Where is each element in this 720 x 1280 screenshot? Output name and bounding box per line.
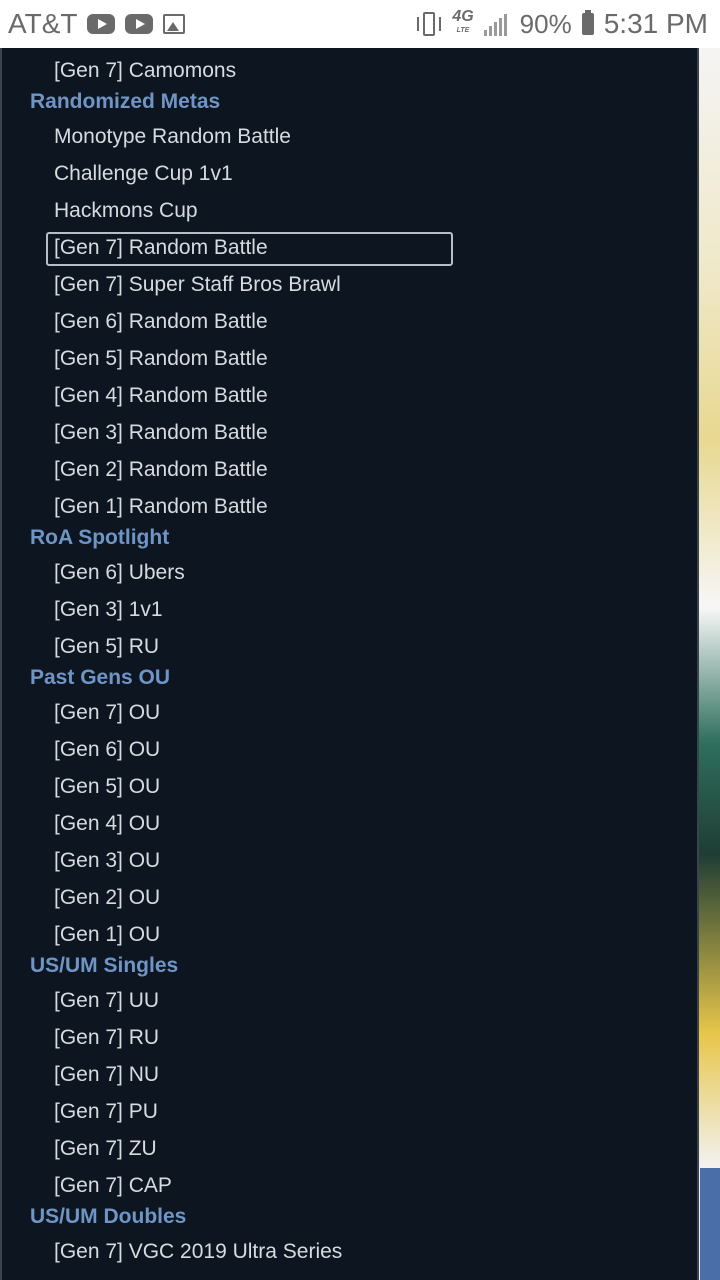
format-option[interactable]: [Gen 7] OU <box>54 696 160 730</box>
network-type: 4G <box>452 8 474 25</box>
status-right: 4G LTE 90% 5:31 PM <box>416 8 708 40</box>
format-option-selected[interactable]: [Gen 7] Random Battle <box>54 231 268 265</box>
format-option[interactable]: Challenge Cup 1v1 <box>54 157 233 191</box>
format-option[interactable]: [Gen 7] Camomons <box>54 54 236 88</box>
format-option[interactable]: [Gen 7] NU <box>54 1058 159 1092</box>
status-left: AT&T <box>8 8 186 40</box>
format-option[interactable]: [Gen 3] OU <box>54 844 160 878</box>
battery-percent: 90% <box>519 8 572 39</box>
clock: 5:31 PM <box>603 8 708 39</box>
format-dropdown[interactable]: [Gen 7] Camomons Randomized Metas Monotype… <box>0 48 699 1280</box>
format-group-header: US/UM Doubles <box>30 1205 187 1228</box>
format-option[interactable]: Monotype Random Battle <box>54 120 291 154</box>
youtube-icon <box>125 14 154 34</box>
format-group-header: Randomized Metas <box>30 90 221 113</box>
format-option[interactable]: [Gen 7] UU <box>54 984 159 1018</box>
vibrate-icon <box>416 11 442 37</box>
format-option[interactable]: Hackmons Cup <box>54 194 198 228</box>
battery-charging-icon <box>581 10 594 35</box>
format-option[interactable]: [Gen 3] 1v1 <box>54 593 163 627</box>
format-group-header: US/UM Singles <box>30 954 179 977</box>
format-option[interactable]: [Gen 7] PU <box>54 1095 158 1129</box>
format-option[interactable]: [Gen 7] Super Staff Bros Brawl <box>54 268 341 302</box>
format-group-header: RoA Spotlight <box>30 526 170 549</box>
image-icon <box>163 14 186 34</box>
format-option[interactable]: [Gen 1] Random Battle <box>54 490 268 524</box>
format-option[interactable]: [Gen 6] OU <box>54 733 160 767</box>
format-option[interactable]: [Gen 6] Random Battle <box>54 305 268 339</box>
carrier-name: AT&T <box>8 8 78 39</box>
format-option[interactable]: [Gen 1] OU <box>54 918 160 952</box>
format-option[interactable]: [Gen 2] Random Battle <box>54 453 268 487</box>
format-option[interactable]: [Gen 2] OU <box>54 881 160 915</box>
format-option[interactable]: [Gen 3] Random Battle <box>54 416 268 450</box>
format-option[interactable]: [Gen 5] Random Battle <box>54 342 268 376</box>
format-option[interactable]: [Gen 5] OU <box>54 770 160 804</box>
format-option[interactable]: [Gen 6] Ubers <box>54 556 185 590</box>
format-option[interactable]: [Gen 4] OU <box>54 807 160 841</box>
format-option[interactable]: [Gen 4] Random Battle <box>54 379 268 413</box>
format-group-header: Past Gens OU <box>30 666 171 689</box>
format-option[interactable]: [Gen 7] VGC 2019 Ultra Series <box>54 1235 342 1269</box>
format-option[interactable]: [Gen 5] RU <box>54 630 159 664</box>
format-option[interactable]: [Gen 7] ZU <box>54 1132 157 1166</box>
network-sub: LTE <box>456 27 470 34</box>
signal-icon <box>483 12 510 36</box>
status-bar: AT&T 4G LTE 90% 5:31 PM <box>0 0 720 48</box>
youtube-icon <box>87 14 116 34</box>
format-option[interactable]: [Gen 7] RU <box>54 1021 159 1055</box>
lte-icon: 4G LTE <box>452 8 474 38</box>
format-option[interactable]: [Gen 7] CAP <box>54 1169 172 1203</box>
background-panel <box>700 1168 720 1280</box>
